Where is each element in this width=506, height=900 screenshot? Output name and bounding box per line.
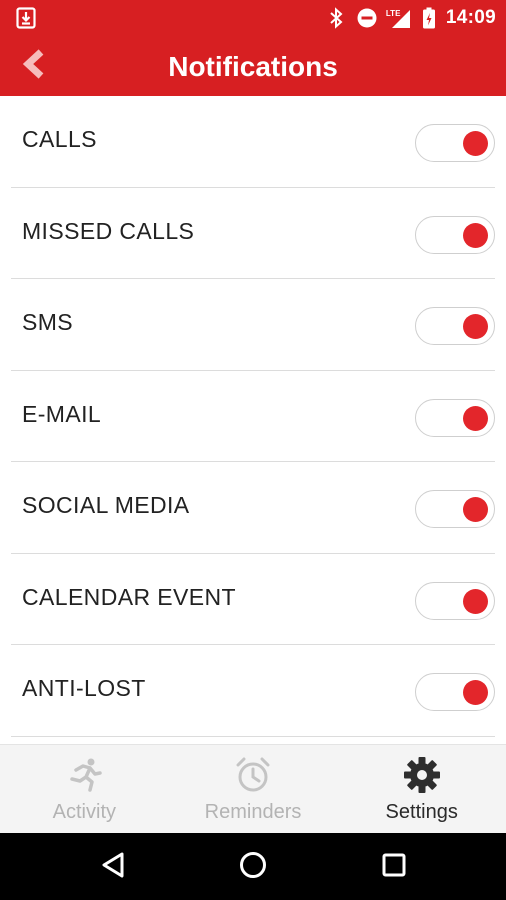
toggle-knob (463, 497, 488, 522)
toggle-knob (463, 131, 488, 156)
alarm-clock-icon (233, 755, 273, 795)
toggle-switch[interactable] (415, 581, 495, 620)
nav-label: Reminders (204, 801, 302, 823)
system-back-button[interactable] (93, 847, 133, 887)
toggle-knob (463, 588, 488, 614)
list-item: CALLS (11, 96, 495, 188)
nav-item-settings[interactable]: Settings (337, 745, 506, 833)
gear-icon (402, 755, 442, 795)
notification-label: SMS (22, 309, 74, 335)
notification-settings-list: CALLS MISSED CALLS SMS E-MAIL SOCIAL MED… (0, 96, 506, 744)
toggle-knob (463, 222, 488, 248)
do-not-disturb-icon (356, 7, 377, 29)
list-item: MISSED CALLS (11, 188, 495, 279)
notification-label: MISSED CALLS (22, 217, 195, 244)
toggle-switch[interactable] (415, 398, 495, 437)
list-item: SOCIAL MEDIA (11, 462, 495, 554)
status-icons: LTE 14:09 (326, 0, 496, 36)
list-item: E-MAIL (11, 371, 495, 462)
list-item: CALENDAR EVENT (11, 554, 495, 645)
toggle-knob (463, 405, 488, 431)
list-item: ANTI-LOST (11, 645, 495, 737)
running-person-icon (64, 755, 104, 795)
nav-item-reminders[interactable]: Reminders (169, 745, 338, 833)
home-circle-icon (238, 850, 268, 885)
status-time: 14:09 (445, 7, 496, 28)
bottom-navigation: Activity Reminders Settings (0, 744, 506, 833)
nav-label: Activity (52, 801, 116, 823)
system-home-button[interactable] (233, 847, 273, 887)
status-bar: LTE 14:09 (0, 0, 506, 36)
network-type-label: LTE (385, 9, 401, 18)
notification-label: CALLS (22, 126, 97, 152)
notification-label: ANTI-LOST (22, 675, 146, 701)
list-item: SMS (11, 279, 495, 371)
nav-item-activity[interactable]: Activity (0, 745, 169, 833)
toggle-switch[interactable] (415, 215, 495, 254)
system-recents-button[interactable] (374, 847, 414, 887)
signal-icon: LTE (386, 7, 412, 29)
toggle-knob (463, 680, 488, 705)
toggle-switch[interactable] (415, 673, 495, 711)
download-icon (16, 7, 36, 29)
notification-label: CALENDAR EVENT (22, 583, 236, 610)
toggle-switch[interactable] (415, 490, 495, 528)
toggle-switch[interactable] (415, 124, 495, 162)
page-title: Notifications (168, 51, 338, 82)
toggle-switch[interactable] (415, 307, 495, 345)
notification-label: E-MAIL (22, 400, 102, 427)
toggle-knob (463, 314, 488, 339)
nav-label: Settings (385, 801, 458, 823)
battery-charging-icon (422, 7, 436, 29)
system-navigation-bar (0, 833, 506, 900)
notification-label: SOCIAL MEDIA (22, 492, 190, 518)
app-bar: Notifications (0, 36, 506, 96)
bluetooth-icon (326, 7, 346, 29)
back-triangle-icon (99, 850, 127, 885)
recents-square-icon (380, 851, 408, 884)
